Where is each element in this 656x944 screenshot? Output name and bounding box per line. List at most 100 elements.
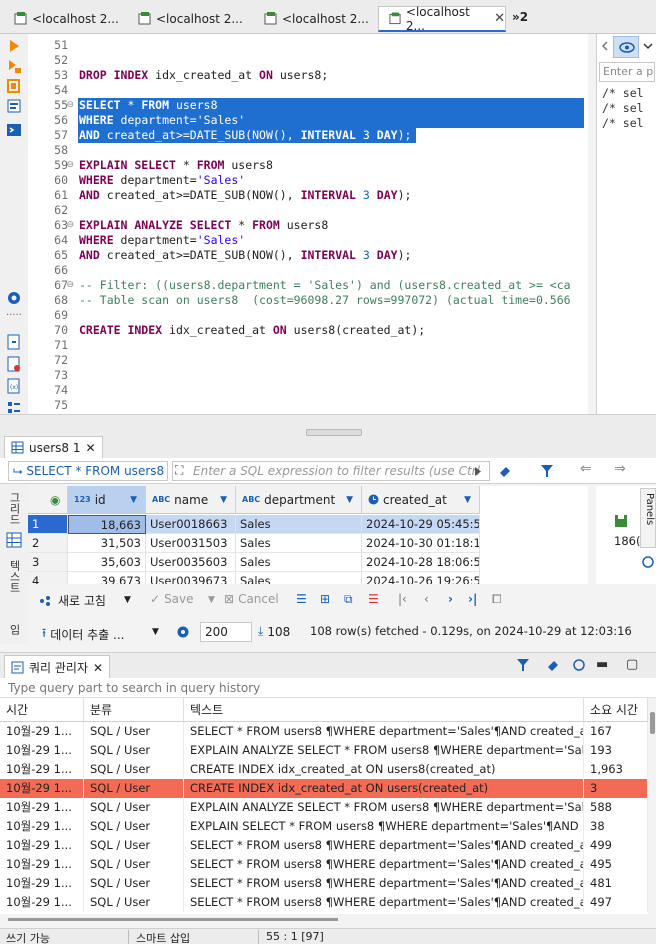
code-line[interactable]: SELECT * FROM users8 [79,98,218,113]
close-icon[interactable]: ✕ [494,11,505,26]
forward-arrow-icon[interactable]: ⇒ [614,461,626,477]
server-output-icon[interactable] [6,356,22,372]
query-history-row[interactable]: 10월-29 1... SQL / User EXPLAIN SELECT * FR… [0,817,648,836]
query-history-row[interactable]: 10월-29 1... SQL / User SELECT * FROM users… [0,722,648,741]
panel-info-icon[interactable] [642,556,654,568]
column-header-name[interactable]: ABC name ▼ [146,486,236,514]
first-page-icon[interactable]: |‹ [398,592,407,606]
minimize-icon[interactable]: ▬ [596,657,608,672]
query-history-table[interactable]: 시간 분류 텍스트 소요 시간 10월-29 1... SQL / User SEL… [0,698,648,914]
execute-new-tab-icon[interactable] [6,78,22,94]
query-text-box[interactable]: ⮡ SELECT * FROM users8 W [8,461,168,481]
show-outline-toggle[interactable] [613,36,639,58]
row-number[interactable]: 2 [28,534,68,553]
table-row[interactable]: 3 35,603 User0035603 Sales 2024-10-28 18:06:… [28,553,480,572]
cancel-button[interactable]: ⊠ Cancel [224,592,279,606]
filter-funnel-icon[interactable] [540,464,554,478]
column-header-category[interactable]: 분류 [84,698,184,722]
code-line[interactable]: AND created_at>=DATE_SUB(NOW(), INTERVAL… [79,248,411,263]
edit-row-icon[interactable]: ☰ [296,592,307,606]
text-view-tab[interactable]: 텍스트 [6,560,22,593]
sort-dropdown-icon[interactable]: ▼ [346,495,353,505]
close-icon[interactable]: ✕ [93,661,103,675]
outline-filter-input[interactable]: Enter a pa [599,62,655,82]
code-line[interactable]: WHERE department='Sales' [79,113,245,128]
sort-dropdown-icon[interactable]: ▼ [464,495,471,505]
column-header-time[interactable]: 시간 [0,698,84,722]
code-line[interactable]: WHERE department='Sales' [79,173,245,188]
next-page-icon[interactable]: › [448,592,453,606]
back-arrow-icon[interactable]: ⇐ [580,461,592,477]
add-row-icon[interactable]: ⊞ [320,592,330,606]
output-panel-icon[interactable] [6,334,22,350]
eraser-icon[interactable] [498,465,512,477]
settings-gear-icon[interactable] [6,290,22,306]
cell-department[interactable]: Sales [236,534,362,553]
grid-view-icon[interactable] [6,532,22,548]
editor-results-splitter[interactable] [0,414,656,436]
code-line[interactable]: -- Filter: ((users8.department = 'Sales'… [79,278,571,293]
cell-created-at[interactable]: 2024-10-28 18:06:53 [362,553,480,572]
execution-log-icon[interactable]: (x) [6,378,22,394]
chevron-down-icon[interactable]: ▼ [208,595,215,605]
cell-name[interactable]: User0031503 [146,534,236,553]
cell-id[interactable]: 31,503 [68,534,146,553]
chevron-left-icon[interactable] [599,40,611,52]
code-line[interactable]: AND created_at>=DATE_SUB(NOW(), INTERVAL… [79,128,411,143]
query-history-row[interactable]: 10월-29 1... SQL / User SELECT * FROM users… [0,874,648,893]
save-value-icon[interactable] [614,514,628,528]
query-history-hscrollbar[interactable] [8,918,338,921]
filter-funnel-icon[interactable] [516,658,530,672]
side-tab-label[interactable]: 임 [6,624,22,635]
query-history-row[interactable]: 10월-29 1... SQL / User CREATE INDEX idx_cr… [0,779,648,798]
query-history-row[interactable]: 10월-29 1... SQL / User SELECT * FROM users… [0,855,648,874]
query-manager-tab[interactable]: 쿼리 관리자 ✕ [4,655,111,679]
fold-toggle-icon[interactable]: ⊖ [66,220,74,230]
copy-row-icon[interactable]: ⧉ [344,592,353,607]
column-header-id[interactable]: 123 id ▼ [68,486,146,514]
cell-created-at[interactable]: 2024-10-30 01:18:16 [362,534,480,553]
code-line[interactable]: DROP INDEX idx_created_at ON users8; [79,68,328,83]
cell-id[interactable]: 18,663 [68,515,146,534]
row-number[interactable]: 1 [28,515,68,534]
close-icon[interactable]: ✕ [86,441,96,455]
editor-tab-2[interactable]: <localhost 2... [128,6,246,32]
results-tab-users8[interactable]: users8 1 ✕ [4,436,103,458]
query-history-row[interactable]: 10월-29 1... SQL / User EXPLAIN ANALYZE SEL… [0,741,648,760]
chevron-down-icon[interactable]: ▼ [152,627,159,637]
settings-gear-icon[interactable] [176,625,190,639]
last-page-icon[interactable]: ›| [468,592,477,606]
fetch-all-icon[interactable]: ⧠ [492,592,502,607]
row-number-header[interactable]: ◉ [28,486,68,514]
save-button[interactable]: ✓ Save [150,592,194,606]
filter-history-icon[interactable] [474,467,482,476]
outline-entry[interactable]: /* sel [602,86,644,100]
editor-tab-1[interactable]: <localhost 2... [4,6,122,32]
previous-page-icon[interactable]: ‹ [424,592,429,606]
column-header-duration[interactable]: 소요 시간 [584,698,648,722]
outline-entry[interactable]: /* sel [602,116,644,130]
column-header-created-at[interactable]: created_at ▼ [362,486,480,514]
explain-plan-icon[interactable] [6,98,22,114]
query-history-row[interactable]: 10월-29 1... SQL / User EXPLAIN ANALYZE SEL… [0,798,648,817]
column-header-department[interactable]: ABC department ▼ [236,486,362,514]
eraser-icon[interactable] [546,659,560,671]
editor-tab-4[interactable]: <localhost 2... ✕ [378,5,506,33]
results-grid[interactable]: ◉ 123 id ▼ ABC name ▼ ABC department ▼ created_at ▼… [28,486,588,584]
cell-created-at[interactable]: 2024-10-26 19:26:58 [362,572,480,584]
code-line[interactable]: CREATE INDEX idx_created_at ON users8(cr… [79,323,425,338]
query-history-row[interactable]: 10월-29 1... SQL / User SELECT * FROM users… [0,836,648,855]
fold-toggle-icon[interactable]: ⊖ [66,100,74,110]
sql-editor[interactable]: DROP INDEX idx_created_at ON users8; SELE… [74,34,588,414]
sql-filter-input[interactable]: ⛶ Enter a SQL expression to filter resul… [172,461,490,481]
query-history-row[interactable]: 10월-29 1... SQL / User SELECT * FROM users… [0,893,648,912]
refresh-button[interactable]: 새로 고침 [38,592,106,609]
maximize-icon[interactable]: ▢ [626,657,638,672]
cell-department[interactable]: Sales [236,572,362,584]
code-line[interactable]: AND created_at>=DATE_SUB(NOW(), INTERVAL… [79,188,411,203]
expand-filter-icon[interactable]: ⛶ [175,463,183,478]
cell-id[interactable]: 35,603 [68,553,146,572]
cell-department[interactable]: Sales [236,515,362,534]
cell-id[interactable]: 39,673 [68,572,146,584]
chevron-down-icon[interactable]: ▼ [124,595,131,605]
